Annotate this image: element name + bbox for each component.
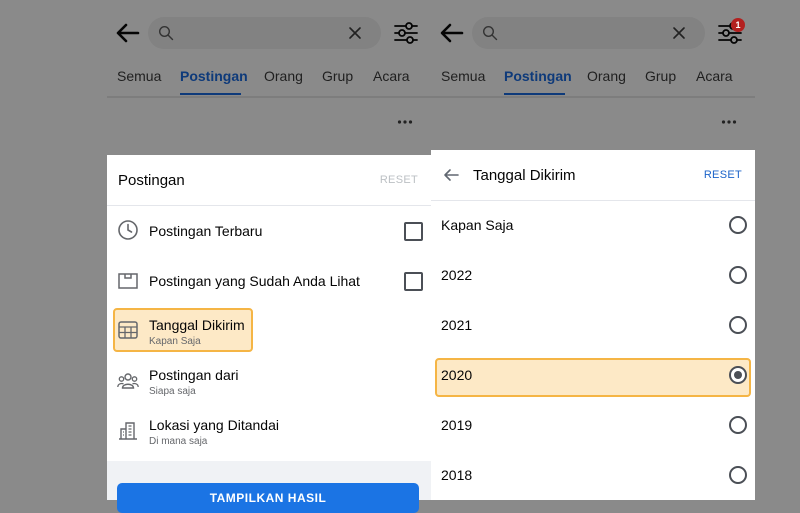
sheet-title: Tanggal Dikirim: [473, 167, 576, 184]
sheet-back-arrow-icon[interactable]: [443, 167, 459, 183]
back-arrow-icon[interactable]: [113, 18, 143, 48]
tab-acara[interactable]: Acara: [373, 68, 410, 84]
tab-orang[interactable]: Orang: [587, 68, 626, 84]
sheet-header: Tanggal Dikirim RESET: [431, 150, 755, 201]
building-icon: [119, 422, 137, 440]
search-icon: [158, 25, 174, 41]
filter-panel-right: 1 Semua Postingan Orang Grup Acara Tangg…: [431, 0, 755, 500]
search-top-bar: 1: [431, 0, 755, 66]
radio-dot: [734, 371, 742, 379]
filter-item-value: Kapan Saja: [149, 336, 201, 347]
date-option-label: 2021: [441, 317, 473, 333]
sheet-footer: TAMPILKAN HASIL: [107, 461, 431, 513]
sheet-header: Postingan RESET: [107, 155, 431, 206]
radio-button[interactable]: [729, 466, 747, 484]
search-tabs: Semua Postingan Orang Grup Acara: [431, 66, 755, 96]
filter-sheet: Postingan RESET Postingan Terbaru Postin…: [107, 155, 431, 513]
date-option-anytime[interactable]: Kapan Saja: [431, 201, 755, 251]
show-results-button[interactable]: TAMPILKAN HASIL: [117, 483, 419, 513]
folder-icon: [118, 273, 138, 289]
tab-postingan[interactable]: Postingan: [504, 68, 572, 84]
search-input[interactable]: [472, 17, 705, 49]
filter-item-label: Tanggal Dikirim: [149, 317, 245, 333]
radio-button[interactable]: [729, 316, 747, 334]
filter-item-value: Siapa saja: [149, 386, 196, 397]
date-option-label: Kapan Saja: [441, 217, 514, 233]
filter-item-label: Postingan dari: [149, 367, 239, 383]
date-posted-sheet: Tanggal Dikirim RESET Kapan Saja 2022 20…: [431, 150, 755, 500]
radio-button[interactable]: [729, 416, 747, 434]
recent-posts-checkbox[interactable]: [404, 222, 423, 241]
date-option-label: 2018: [441, 467, 473, 483]
clear-search-icon[interactable]: [671, 25, 687, 41]
date-option-2021[interactable]: 2021: [431, 301, 755, 351]
clear-search-icon[interactable]: [347, 25, 363, 41]
filter-item-label: Postingan yang Sudah Anda Lihat: [149, 273, 360, 289]
tab-semua[interactable]: Semua: [441, 68, 485, 84]
search-top-bar: [107, 0, 431, 66]
date-option-2020[interactable]: 2020: [431, 351, 755, 401]
sheet-title: Postingan: [118, 172, 185, 189]
calendar-icon: [118, 321, 138, 339]
reset-button[interactable]: RESET: [704, 169, 742, 181]
date-option-2018[interactable]: 2018: [431, 451, 755, 501]
date-option-label: 2020: [441, 367, 473, 383]
tab-grup[interactable]: Grup: [645, 68, 676, 84]
tabs-divider: [107, 96, 431, 98]
date-option-label: 2022: [441, 267, 473, 283]
radio-button[interactable]: [729, 266, 747, 284]
seen-posts-checkbox[interactable]: [404, 272, 423, 291]
more-options-icon[interactable]: [397, 114, 413, 130]
filter-panel-left: Semua Postingan Orang Grup Acara Posting…: [107, 0, 431, 513]
date-option-2019[interactable]: 2019: [431, 401, 755, 451]
filter-item-tagged-location[interactable]: Lokasi yang Ditandai Di mana saja: [107, 406, 431, 456]
search-input[interactable]: [148, 17, 381, 49]
reset-button[interactable]: RESET: [380, 174, 418, 186]
filter-item-label: Postingan Terbaru: [149, 223, 263, 239]
active-tab-underline: [180, 93, 241, 95]
tab-orang[interactable]: Orang: [264, 68, 303, 84]
tab-semua[interactable]: Semua: [117, 68, 161, 84]
filter-item-value: Di mana saja: [149, 436, 208, 447]
active-tab-underline: [504, 93, 565, 95]
tabs-divider: [431, 96, 755, 98]
search-icon: [482, 25, 498, 41]
back-arrow-icon[interactable]: [437, 18, 467, 48]
tab-grup[interactable]: Grup: [322, 68, 353, 84]
more-options-icon[interactable]: [721, 114, 737, 130]
tab-acara[interactable]: Acara: [696, 68, 733, 84]
filter-item-date-posted[interactable]: Tanggal Dikirim Kapan Saja: [107, 306, 431, 356]
filter-item-seen-posts[interactable]: Postingan yang Sudah Anda Lihat: [107, 256, 431, 306]
filter-item-recent-posts[interactable]: Postingan Terbaru: [107, 206, 431, 256]
date-option-2022[interactable]: 2022: [431, 251, 755, 301]
search-tabs: Semua Postingan Orang Grup Acara: [107, 66, 431, 96]
tab-postingan[interactable]: Postingan: [180, 68, 248, 84]
people-icon: [117, 373, 139, 389]
filter-item-label: Lokasi yang Ditandai: [149, 417, 279, 433]
radio-button-selected[interactable]: [729, 366, 747, 384]
radio-button[interactable]: [729, 216, 747, 234]
date-option-label: 2019: [441, 417, 473, 433]
filter-count-badge: 1: [731, 18, 745, 32]
clock-icon: [118, 220, 138, 240]
filter-item-posts-from[interactable]: Postingan dari Siapa saja: [107, 356, 431, 406]
filter-settings-icon[interactable]: [393, 19, 419, 47]
